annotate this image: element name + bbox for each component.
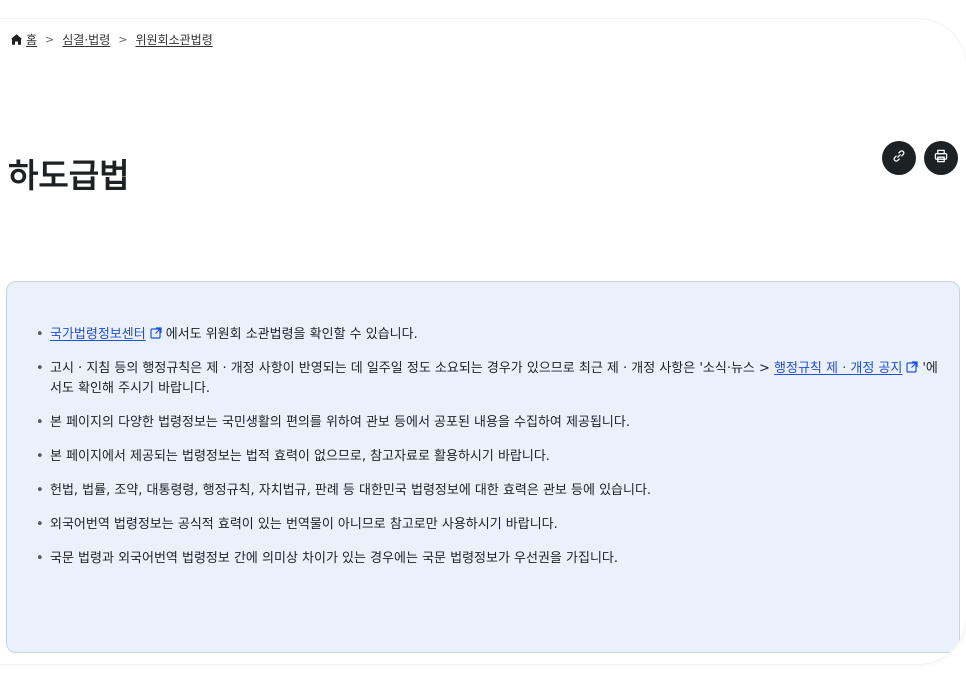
link-icon <box>891 148 907 168</box>
copy-link-button[interactable] <box>882 141 916 175</box>
list-item-text: 에서도 위원회 소관법령을 확인할 수 있습니다. <box>165 327 418 342</box>
list-item: 본 페이지에서 제공되는 법령정보는 법적 효력이 없으므로, 참고자료로 활용… <box>36 447 939 467</box>
print-icon <box>933 148 949 168</box>
notice-box: 국가법령정보센터 에서도 위원회 소관법령을 확인할 수 있습니다. 고시 · 지… <box>6 281 960 653</box>
list-item: 외국어번역 법령정보는 공식적 효력이 있는 번역물이 아니므로 참고로만 사용… <box>36 515 939 535</box>
breadcrumb-separator-icon: > <box>118 33 128 46</box>
page-title: 하도급법 <box>8 156 130 195</box>
law-info-center-link[interactable]: 국가법령정보센터 <box>50 327 146 342</box>
list-item: 본 페이지의 다양한 법령정보는 국민생활의 편의를 위하여 관보 등에서 공포… <box>36 413 939 433</box>
breadcrumb: 홈 > 심결·법령 > 위원회소관법령 <box>10 31 213 48</box>
breadcrumb-item-committee-laws[interactable]: 위원회소관법령 <box>135 31 212 48</box>
breadcrumb-home-link[interactable]: 홈 <box>26 31 37 48</box>
breadcrumb-separator-icon: > <box>45 33 55 46</box>
list-item-text: 고시 · 지침 등의 행정규칙은 제 · 개정 사항이 반영되는 데 일주일 정… <box>50 361 775 376</box>
external-link-icon <box>150 326 162 339</box>
list-item: 국가법령정보센터 에서도 위원회 소관법령을 확인할 수 있습니다. <box>36 325 939 345</box>
list-item: 국문 법령과 외국어번역 법령정보 간에 의미상 차이가 있는 경우에는 국문 … <box>36 549 939 569</box>
page-actions <box>882 141 958 175</box>
list-item: 헌법, 법률, 조약, 대통령령, 행정규칙, 자치법규, 판례 등 대한민국 … <box>36 481 939 501</box>
print-button[interactable] <box>924 141 958 175</box>
home-icon <box>10 33 23 46</box>
breadcrumb-item-rulings-laws[interactable]: 심결·법령 <box>62 31 110 48</box>
notice-list: 국가법령정보센터 에서도 위원회 소관법령을 확인할 수 있습니다. 고시 · 지… <box>36 325 939 583</box>
admin-rule-notice-link[interactable]: 행정규칙 제 · 개정 공지 <box>774 361 902 376</box>
external-link-icon <box>906 360 918 373</box>
list-item: 고시 · 지침 등의 행정규칙은 제 · 개정 사항이 반영되는 데 일주일 정… <box>36 359 939 399</box>
page-container: 홈 > 심결·법령 > 위원회소관법령 하도급법 • 국가법령정보센터 에서도 … <box>0 19 966 664</box>
